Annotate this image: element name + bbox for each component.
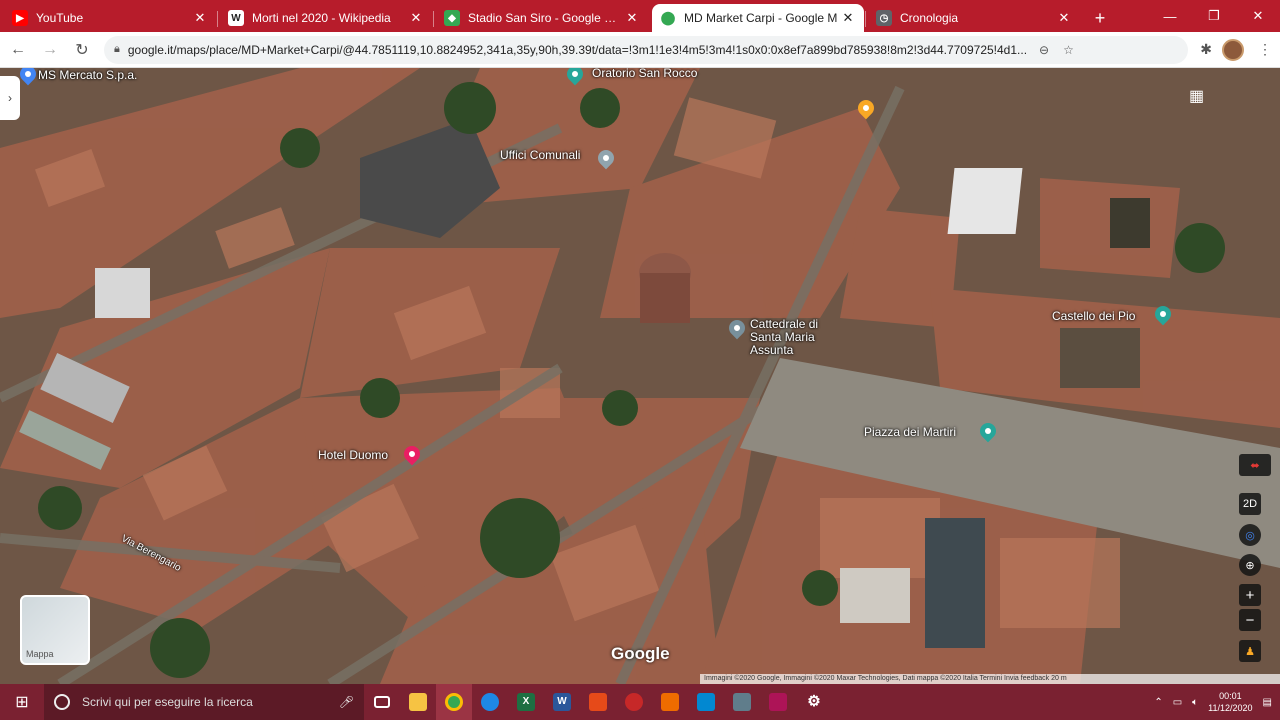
place-label-castello[interactable]: Castello dei Pio — [1052, 309, 1135, 323]
media-app-icon[interactable] — [652, 684, 688, 720]
back-icon[interactable]: ← — [4, 36, 32, 64]
map-satellite-view[interactable]: › MS Mercato S.p.a. Oratorio San Rocco U… — [0, 68, 1280, 684]
aerial-imagery — [0, 68, 1280, 684]
tab-title: Cronologia — [900, 11, 959, 25]
apps-grid-icon[interactable]: ▦ — [1189, 86, 1207, 105]
clock[interactable]: 00:01 11/12/2020 — [1208, 690, 1252, 714]
app-icon[interactable] — [616, 684, 652, 720]
tab-title: Stadio San Siro - Google Maps — [468, 11, 624, 25]
close-tab-icon[interactable]: ✕ — [408, 10, 424, 26]
chrome-icon[interactable] — [436, 684, 472, 720]
place-label-oratorio[interactable]: Oratorio San Rocco — [592, 68, 697, 80]
place-label-mercato[interactable]: MS Mercato S.p.a. — [38, 68, 137, 82]
compass-icon[interactable]: ⬌ — [1239, 454, 1271, 476]
maps-pin-icon: ⬤ — [660, 10, 676, 26]
wikipedia-icon: W — [228, 10, 244, 26]
network-icon[interactable]: ▭ — [1173, 697, 1182, 708]
pen-app-icon[interactable] — [580, 684, 616, 720]
tilt-icon[interactable]: ⊕ — [1239, 554, 1261, 576]
place-label-uffici[interactable]: Uffici Comunali — [500, 148, 580, 162]
window-controls: — ❐ ✕ — [1148, 0, 1280, 32]
close-tab-icon[interactable]: ✕ — [192, 10, 208, 26]
site-settings-icon[interactable]: ⊖ — [1039, 43, 1049, 57]
close-tab-icon[interactable]: ✕ — [840, 10, 856, 26]
search-placeholder: Scrivi qui per eseguire la ricerca — [82, 695, 253, 709]
close-tab-icon[interactable]: ✕ — [1056, 10, 1072, 26]
google-logo: Google — [611, 644, 670, 663]
tab-youtube[interactable]: ▶ YouTube ✕ — [4, 4, 216, 32]
close-window-icon[interactable]: ✕ — [1236, 0, 1280, 32]
tab-wikipedia[interactable]: W Morti nel 2020 - Wikipedia ✕ — [217, 4, 432, 32]
edge-icon[interactable] — [472, 684, 508, 720]
extensions-icon[interactable]: ✱ — [1200, 41, 1212, 58]
clock-date: 11/12/2020 — [1208, 703, 1253, 713]
history-icon: ◷ — [876, 10, 892, 26]
file-explorer-icon[interactable] — [400, 684, 436, 720]
pegman-icon[interactable]: ♟ — [1239, 640, 1261, 662]
forward-icon[interactable]: → — [36, 36, 64, 64]
windows-start-icon[interactable]: ⊞ — [0, 684, 44, 720]
place-label-piazza[interactable]: Piazza dei Martiri — [864, 425, 956, 439]
excel-icon[interactable]: X — [508, 684, 544, 720]
tab-cronologia[interactable]: ◷ Cronologia ✕ — [865, 4, 1080, 32]
profile-avatar[interactable] — [1222, 38, 1244, 61]
zoom-out-button[interactable]: − — [1239, 609, 1261, 631]
tab-strip: ▶ YouTube ✕ W Morti nel 2020 - Wikipedia… — [0, 0, 1280, 32]
new-tab-button[interactable]: + — [1086, 4, 1114, 32]
browser-toolbar: ← → ↻ 🔒︎ google.it/maps/place/MD+Market+… — [0, 32, 1280, 68]
microphone-icon[interactable]: 🎤︎ — [339, 695, 354, 709]
security-app-icon[interactable] — [760, 684, 796, 720]
word-icon[interactable]: W — [544, 684, 580, 720]
task-view-icon[interactable] — [364, 684, 400, 720]
locate-icon[interactable]: ◎ — [1239, 524, 1261, 546]
taskbar-search[interactable]: Scrivi qui per eseguire la ricerca 🎤︎ — [44, 684, 364, 720]
map-attribution: Immagini ©2020 Google, Immagini ©2020 Ma… — [700, 674, 1280, 684]
bookmark-star-icon[interactable]: ☆ — [1063, 43, 1074, 57]
restore-icon[interactable]: ❐ — [1192, 0, 1236, 32]
menu-icon[interactable]: ⋮ — [1258, 41, 1272, 58]
tab-title: MD Market Carpi - Google M — [684, 11, 838, 25]
tab-title: Morti nel 2020 - Wikipedia — [252, 11, 391, 25]
tray-chevron-icon[interactable]: ⌃ — [1154, 697, 1162, 708]
settings-gear-icon[interactable]: ⚙ — [796, 684, 832, 720]
lock-icon: 🔒︎ — [114, 43, 120, 55]
maps-icon: ◆ — [444, 10, 460, 26]
zoom-in-button[interactable]: + — [1239, 584, 1261, 606]
system-tray: ⌃ ▭ 🔈︎ 00:01 11/12/2020 ▤ — [1154, 690, 1280, 714]
url-text: google.it/maps/place/MD+Market+Carpi/@44… — [127, 42, 1028, 57]
layers-toggle[interactable]: Mappa — [20, 595, 90, 665]
view-2d-button[interactable]: 2D — [1239, 493, 1261, 515]
windows-taskbar: ⊞ Scrivi qui per eseguire la ricerca 🎤︎ … — [0, 684, 1280, 720]
youtube-icon: ▶ — [12, 10, 28, 26]
place-label-hotel[interactable]: Hotel Duomo — [318, 448, 388, 462]
minimap-label: Mappa — [26, 649, 54, 659]
place-label-cattedrale[interactable]: Cattedrale di Santa Maria Assunta — [750, 318, 840, 357]
address-bar[interactable]: 🔒︎ google.it/maps/place/MD+Market+Carpi/… — [104, 35, 1189, 64]
clock-time: 00:01 — [1219, 691, 1242, 701]
cortana-icon[interactable] — [54, 694, 70, 710]
tab-title: YouTube — [36, 11, 84, 25]
collapse-panel-button[interactable]: › — [0, 76, 20, 120]
minimize-icon[interactable]: — — [1148, 0, 1192, 32]
app-icon[interactable] — [688, 684, 724, 720]
tab-maps-san-siro[interactable]: ◆ Stadio San Siro - Google Maps ✕ — [433, 4, 648, 32]
reload-icon[interactable]: ↻ — [68, 36, 96, 64]
app-icon[interactable] — [724, 684, 760, 720]
volume-icon[interactable]: 🔈︎ — [1192, 697, 1198, 708]
notifications-icon[interactable]: ▤ — [1263, 697, 1272, 708]
tab-maps-md-market[interactable]: ⬤ MD Market Carpi - Google M ✕ — [652, 4, 864, 32]
close-tab-icon[interactable]: ✕ — [624, 10, 640, 26]
